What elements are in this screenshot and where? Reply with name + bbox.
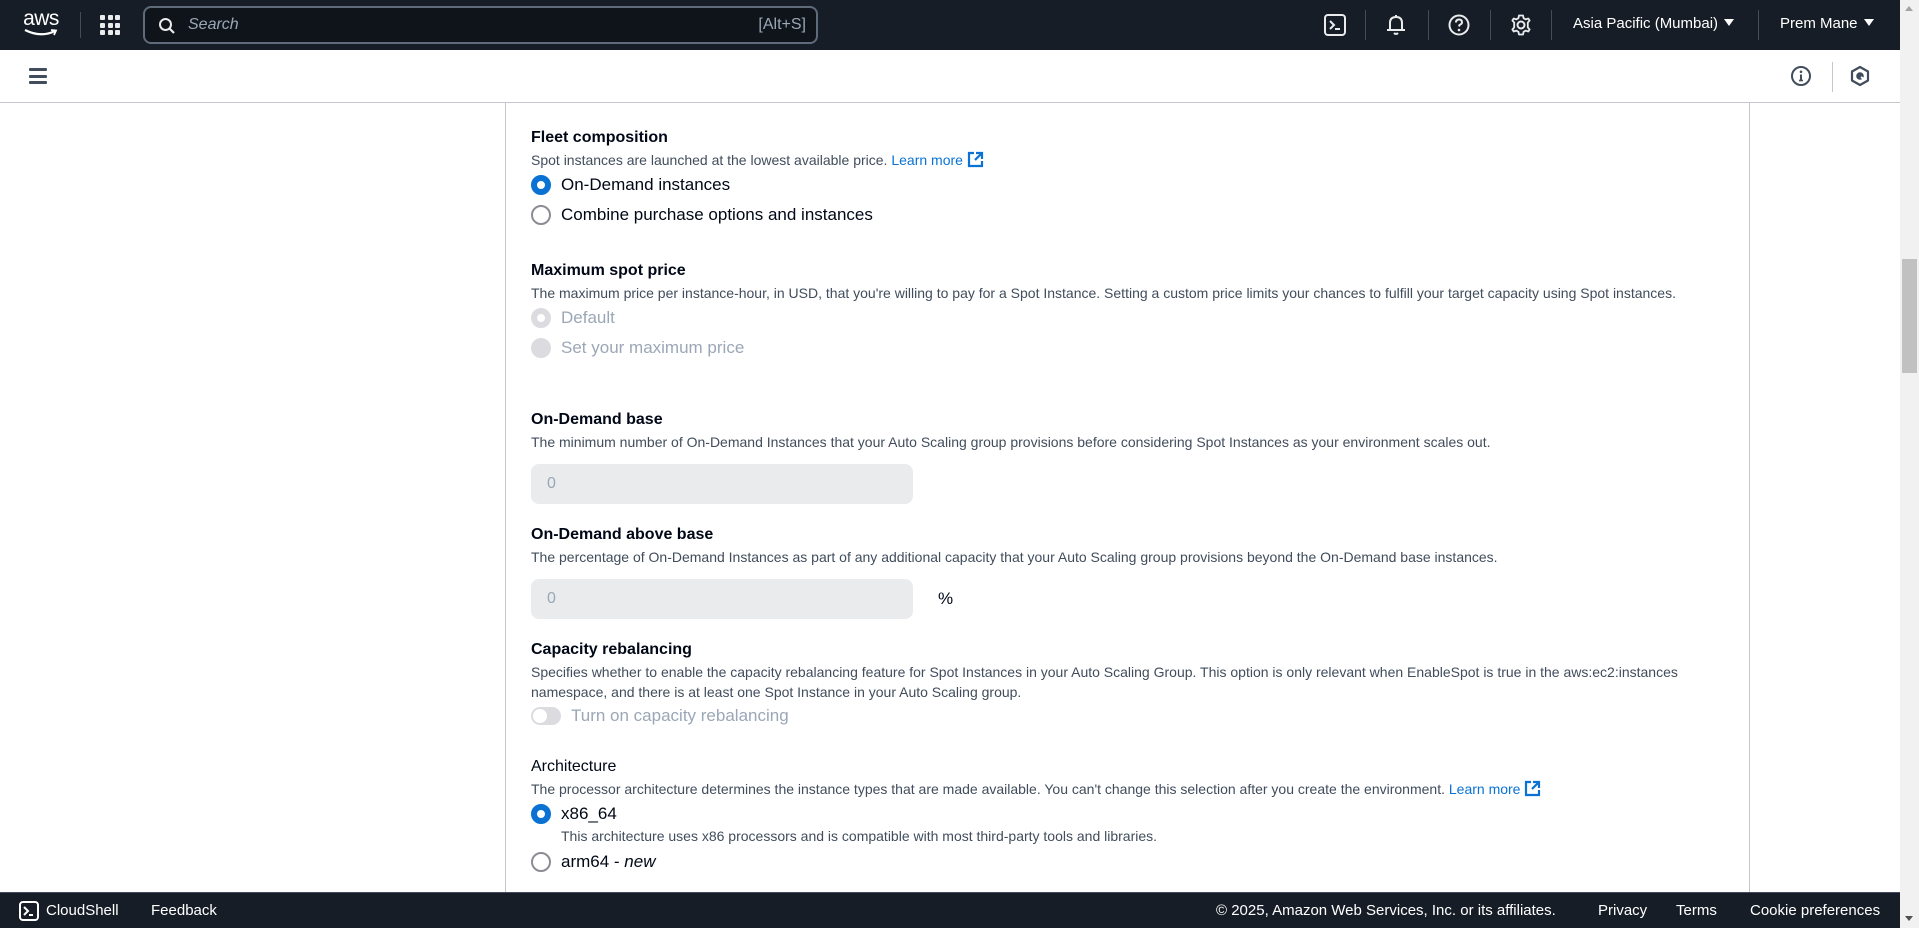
section-description: The processor architecture determines th… [531, 779, 1731, 799]
section-title: Fleet composition [531, 129, 668, 146]
cloudshell-link[interactable]: CloudShell [46, 902, 119, 919]
aws-logo-text: aws [23, 7, 59, 30]
footer: CloudShell Feedback © 2025, Amazon Web S… [0, 892, 1900, 928]
section-description: The minimum number of On-Demand Instance… [531, 434, 1491, 450]
search-placeholder: Search [188, 16, 239, 33]
radio-label: x86_64 [561, 804, 617, 823]
on-demand-base-section: On-Demand base The minimum number of On-… [531, 410, 1731, 504]
bell-icon[interactable] [1384, 13, 1408, 37]
radio-combine[interactable]: Combine purchase options and instances [531, 203, 1731, 227]
capacity-rebalancing-toggle[interactable] [531, 707, 561, 725]
radio-label: Default [561, 308, 615, 327]
divider [1758, 10, 1759, 40]
radio-button-checked[interactable] [531, 804, 551, 824]
radio-button[interactable] [531, 205, 551, 225]
description-text: The processor architecture determines th… [531, 781, 1445, 797]
scroll-up-arrow-icon[interactable] [1905, 6, 1913, 11]
radio-button-checked[interactable] [531, 175, 551, 195]
radio-button-disabled[interactable] [531, 338, 551, 358]
privacy-link[interactable]: Privacy [1598, 902, 1647, 919]
divider [1490, 10, 1491, 40]
top-navigation-bar: aws Search [Alt+S] Asia Pacific (Mumbai)… [0, 0, 1900, 50]
aws-logo[interactable]: aws [20, 7, 62, 41]
section-description: Spot instances are launched at the lowes… [531, 150, 1731, 170]
description-text: Spot instances are launched at the lowes… [531, 152, 888, 168]
radio-label: arm64 - new [561, 852, 655, 872]
section-title: Architecture [531, 758, 617, 775]
help-icon[interactable] [1447, 13, 1471, 37]
section-description: The maximum price per instance-hour, in … [531, 285, 1676, 301]
page-scrollbar[interactable] [1900, 0, 1919, 928]
scrollbar-thumb[interactable] [1902, 259, 1917, 373]
arm64-label: arm64 - [561, 852, 625, 871]
gear-icon[interactable] [1509, 13, 1533, 37]
learn-more-text: Learn more [891, 152, 963, 168]
section-description: Specifies whether to enable the capacity… [531, 664, 1678, 700]
section-description: The percentage of On-Demand Instances as… [531, 549, 1498, 565]
divider [1832, 62, 1833, 92]
radio-label: On-Demand instances [561, 175, 731, 194]
learn-more-link[interactable]: Learn more [1448, 780, 1543, 797]
on-demand-base-input[interactable]: 0 [531, 464, 913, 504]
cookie-preferences-link[interactable]: Cookie preferences [1750, 902, 1880, 919]
console-subheader [0, 50, 1900, 103]
cloudshell-icon[interactable] [19, 901, 39, 921]
divider [1365, 10, 1366, 40]
divider [80, 12, 81, 38]
learn-more-text: Learn more [1448, 781, 1521, 797]
max-spot-price-section: Maximum spot price The maximum price per… [531, 261, 1731, 360]
radio-description: This architecture uses x86 processors an… [561, 828, 1158, 844]
copyright-text: © 2025, Amazon Web Services, Inc. or its… [1216, 902, 1556, 919]
region-label: Asia Pacific (Mumbai) [1573, 15, 1719, 32]
terms-link[interactable]: Terms [1676, 902, 1717, 919]
capacity-rebalancing-toggle-row[interactable]: Turn on capacity rebalancing [531, 706, 1731, 726]
cloudshell-icon[interactable] [1323, 13, 1347, 37]
learn-more-link[interactable]: Learn more [891, 151, 985, 168]
form-panel: Fleet composition Spot instances are lau… [505, 103, 1750, 892]
radio-label: Set your maximum price [561, 338, 745, 357]
on-demand-above-base-section: On-Demand above base The percentage of O… [531, 525, 1731, 619]
radio-arm64[interactable]: arm64 - new [531, 850, 1731, 874]
section-title: On-Demand base [531, 411, 663, 428]
search-input[interactable]: Search [Alt+S] [143, 6, 818, 44]
radio-button-disabled[interactable] [531, 308, 551, 328]
toggle-label: Turn on capacity rebalancing [571, 706, 789, 725]
on-demand-above-base-input[interactable]: 0 [531, 579, 913, 619]
hexagon-icon[interactable] [1849, 65, 1871, 87]
section-title: On-Demand above base [531, 526, 714, 543]
new-badge: new [624, 852, 656, 871]
radio-x86-64[interactable]: x86_64 [531, 802, 1731, 826]
smile-arrow-icon [24, 29, 58, 36]
percent-unit: % [938, 589, 954, 608]
radio-default[interactable]: Default [531, 306, 1731, 330]
section-title: Maximum spot price [531, 262, 686, 279]
region-selector[interactable]: Asia Pacific (Mumbai) [1573, 15, 1735, 32]
user-menu[interactable]: Prem Mane [1780, 15, 1874, 32]
services-grid-icon[interactable] [100, 15, 122, 35]
external-link-icon [1525, 780, 1541, 797]
caret-down-icon [1863, 19, 1874, 26]
fleet-composition-section: Fleet composition Spot instances are lau… [531, 128, 1731, 227]
section-title: Capacity rebalancing [531, 641, 692, 658]
user-name: Prem Mane [1780, 15, 1858, 32]
radio-on-demand[interactable]: On-Demand instances [531, 173, 1731, 197]
capacity-rebalancing-section: Capacity rebalancing Specifies whether t… [531, 640, 1731, 726]
radio-button[interactable] [531, 852, 551, 872]
menu-icon[interactable] [29, 68, 47, 84]
caret-down-icon [1724, 19, 1735, 26]
search-icon [159, 18, 175, 34]
radio-set-max-price[interactable]: Set your maximum price [531, 336, 1731, 360]
scroll-down-arrow-icon[interactable] [1905, 916, 1913, 921]
architecture-section: Architecture The processor architecture … [531, 757, 1731, 874]
radio-label: Combine purchase options and instances [561, 205, 873, 224]
divider [1551, 10, 1552, 40]
external-link-icon [967, 151, 984, 168]
info-icon[interactable] [1790, 65, 1812, 87]
search-shortcut: [Alt+S] [758, 16, 806, 33]
feedback-link[interactable]: Feedback [151, 902, 217, 919]
divider [1428, 10, 1429, 40]
